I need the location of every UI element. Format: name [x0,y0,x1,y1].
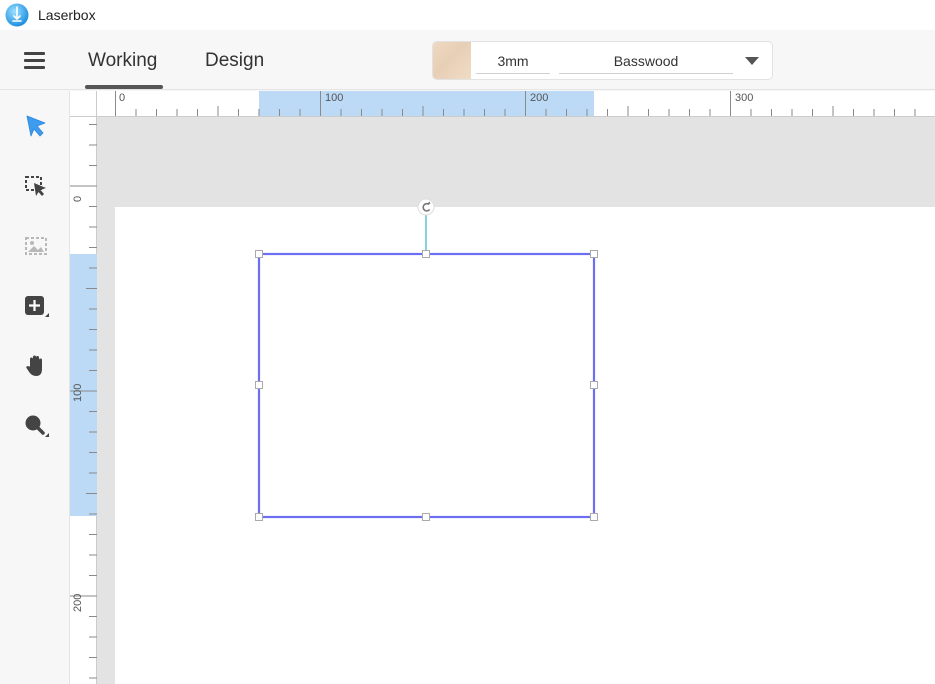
app-header: Working Design 3mm Basswood [0,30,935,90]
material-name-field[interactable]: Basswood [559,50,733,74]
chevron-down-icon[interactable] [745,57,759,65]
canvas-workspace[interactable] [97,117,935,684]
laserbox-logo-icon [5,3,29,27]
hand-tool-button[interactable] [22,352,50,380]
active-tab-indicator [85,85,163,89]
thickness-field[interactable]: 3mm [476,50,550,74]
tab-working[interactable]: Working [88,50,157,72]
material-selector[interactable]: 3mm Basswood [432,41,773,80]
marquee-select-icon [25,176,46,196]
title-bar: Laserbox [0,0,935,30]
resize-handle[interactable] [590,381,598,389]
material-swatch [433,42,471,79]
resize-handle[interactable] [422,513,430,521]
resize-handle[interactable] [422,250,430,258]
hamburger-menu-icon[interactable] [24,52,46,70]
hand-pan-icon [26,355,42,376]
zoom-icon [25,415,49,437]
resize-handle[interactable] [255,513,263,521]
ruler-top-label: 100 [325,92,343,104]
ruler-top-label: 0 [119,92,125,104]
window-title: Laserbox [38,7,96,23]
resize-handle[interactable] [255,250,263,258]
resize-handle[interactable] [590,250,598,258]
zoom-tool-button[interactable] [22,412,50,440]
add-shape-tool-button[interactable] [22,292,50,320]
add-shape-icon [25,296,49,317]
marquee-select-tool-button[interactable] [22,172,50,200]
left-toolbar [0,91,70,684]
select-arrow-icon [26,115,46,137]
tab-design[interactable]: Design [205,50,264,72]
select-tool-button[interactable] [22,112,50,140]
image-placeholder-icon [25,237,47,255]
resize-handle[interactable] [255,381,263,389]
rotate-handle[interactable] [417,198,435,216]
artboard[interactable] [115,207,935,684]
resize-handle[interactable] [590,513,598,521]
ruler-left-label: 0 [72,196,84,202]
ruler-left-label: 100 [72,384,84,402]
ruler-left-label: 200 [72,594,84,612]
ruler-corner [70,91,97,117]
app-window: Laserbox Working Design 3mm Basswood 0 1… [0,0,935,684]
ruler-top-label: 300 [735,92,753,104]
image-tool-button[interactable] [22,232,50,260]
ruler-top-label: 200 [530,92,548,104]
